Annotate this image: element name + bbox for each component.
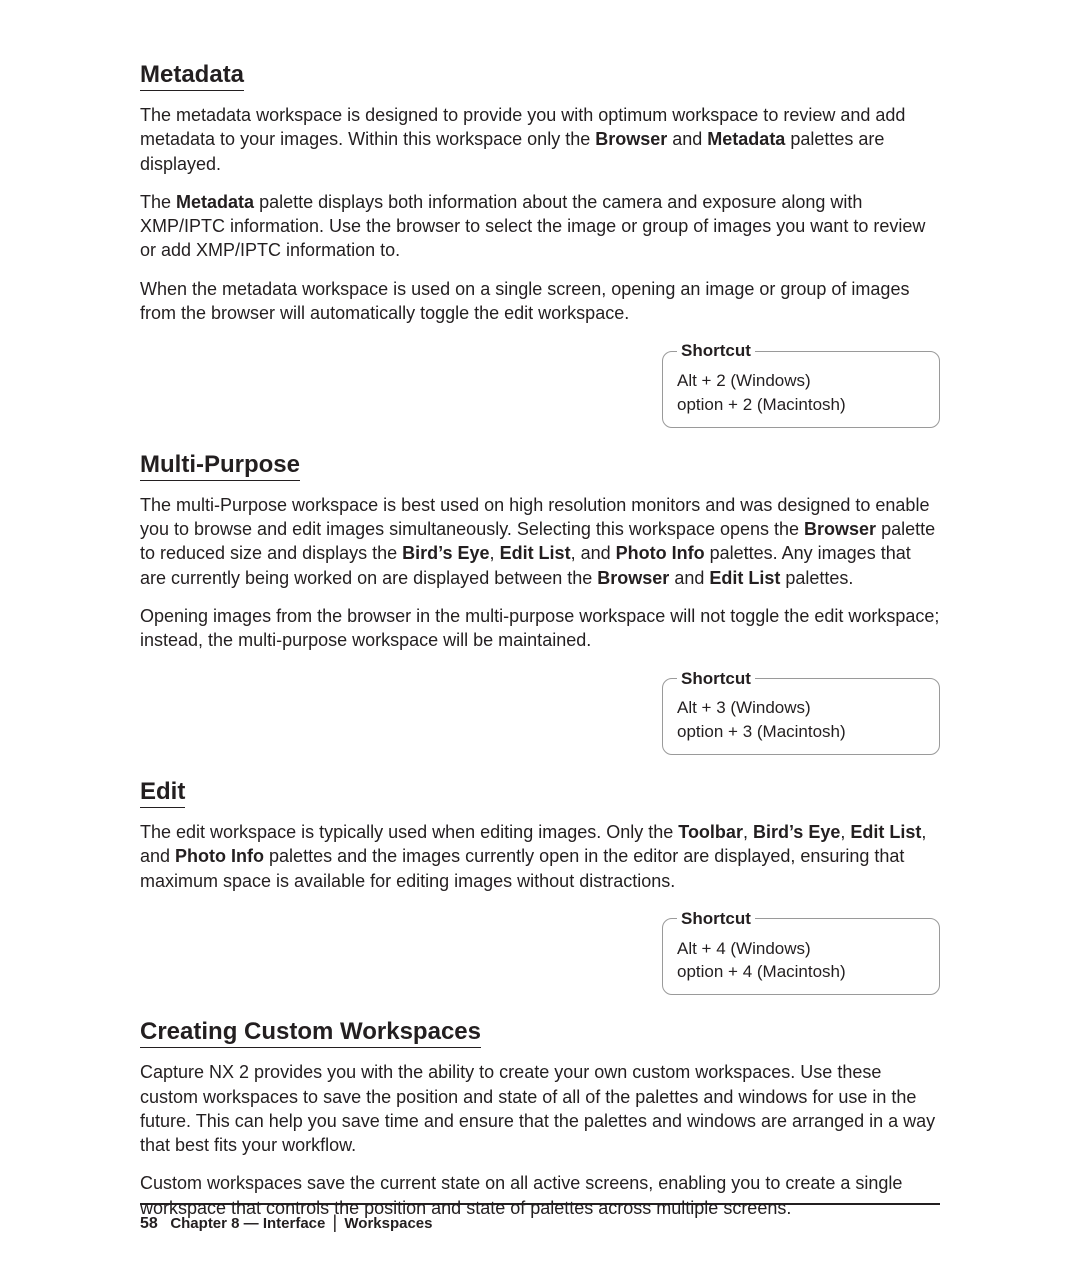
shortcut-box-multipurpose: Shortcut Alt + 3 (Windows) option + 3 (M… — [662, 667, 940, 755]
section-edit: Edit The edit workspace is typically use… — [140, 777, 940, 995]
section-multipurpose: Multi-Purpose The multi-Purpose workspac… — [140, 450, 940, 755]
heading-multipurpose: Multi-Purpose — [140, 450, 300, 481]
shortcut-label: Shortcut — [677, 339, 755, 363]
paragraph: The multi-Purpose workspace is best used… — [140, 493, 940, 590]
section-metadata: Metadata The metadata workspace is desig… — [140, 60, 940, 428]
paragraph: The metadata workspace is designed to pr… — [140, 103, 940, 176]
shortcut-line: Alt + 3 (Windows) — [677, 696, 925, 720]
paragraph: Capture NX 2 provides you with the abili… — [140, 1060, 940, 1157]
shortcut-line: Alt + 2 (Windows) — [677, 369, 925, 393]
shortcut-line: Alt + 4 (Windows) — [677, 937, 925, 961]
shortcut-label: Shortcut — [677, 907, 755, 931]
paragraph: The Metadata palette displays both infor… — [140, 190, 940, 263]
shortcut-box-edit: Shortcut Alt + 4 (Windows) option + 4 (M… — [662, 907, 940, 995]
paragraph: The edit workspace is typically used whe… — [140, 820, 940, 893]
footer-subsection: Workspaces — [344, 1215, 432, 1232]
footer-chapter: Chapter 8 — Interface — [170, 1215, 325, 1232]
section-custom-workspaces: Creating Custom Workspaces Capture NX 2 … — [140, 1017, 940, 1220]
heading-metadata: Metadata — [140, 60, 244, 91]
heading-edit: Edit — [140, 777, 185, 808]
shortcut-line: option + 4 (Macintosh) — [677, 960, 925, 984]
paragraph: Opening images from the browser in the m… — [140, 604, 940, 653]
document-page: Metadata The metadata workspace is desig… — [0, 0, 1080, 1270]
shortcut-line: option + 2 (Macintosh) — [677, 393, 925, 417]
shortcut-box-metadata: Shortcut Alt + 2 (Windows) option + 2 (M… — [662, 339, 940, 427]
page-footer: 58 Chapter 8 — Interface | Workspaces — [140, 1203, 940, 1235]
footer-line: 58 Chapter 8 — Interface | Workspaces — [140, 1211, 940, 1235]
heading-custom-workspaces: Creating Custom Workspaces — [140, 1017, 481, 1048]
page-number: 58 — [140, 1215, 158, 1232]
paragraph: When the metadata workspace is used on a… — [140, 277, 940, 326]
footer-rule — [140, 1203, 940, 1205]
shortcut-label: Shortcut — [677, 667, 755, 691]
shortcut-line: option + 3 (Macintosh) — [677, 720, 925, 744]
